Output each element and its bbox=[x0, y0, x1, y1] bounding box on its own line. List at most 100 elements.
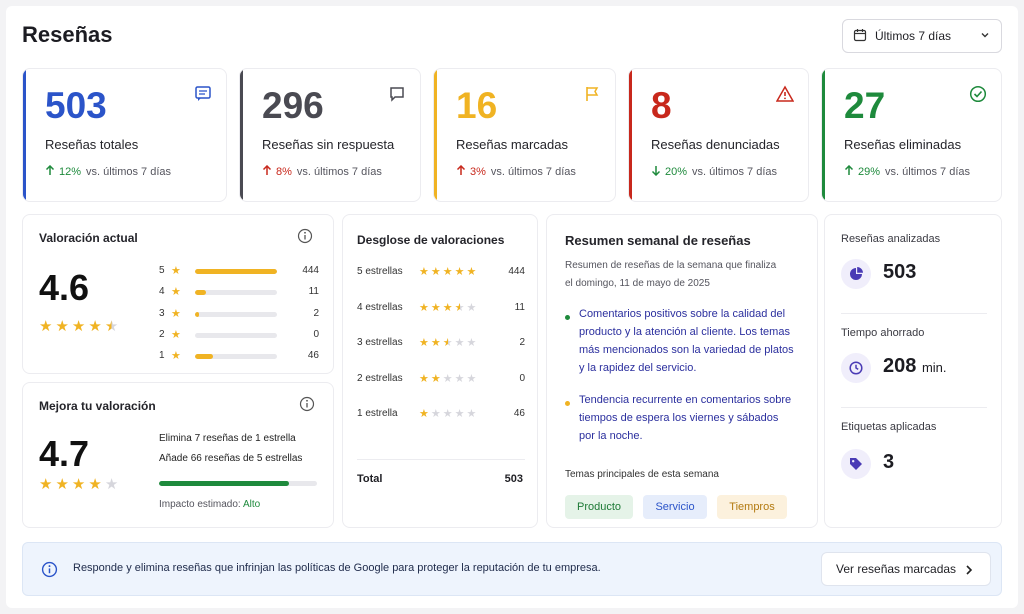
star-icon: ★ bbox=[442, 301, 453, 314]
star-icon: ★ bbox=[71, 476, 86, 493]
info-icon[interactable] bbox=[299, 396, 315, 417]
star-icon: ★ bbox=[419, 408, 429, 420]
topic-tag[interactable]: Producto bbox=[565, 495, 633, 519]
rating-row-star: 2 bbox=[159, 328, 165, 340]
improve-line-1: Elimina 7 reseñas de 1 estrella bbox=[159, 433, 296, 444]
warning-icon bbox=[775, 85, 795, 108]
star-icon: ★ bbox=[419, 301, 429, 314]
dashboard-page: Reseñas Últimos 7 días 503 Reseñas total… bbox=[6, 6, 1018, 608]
breakdown-row: 5 estrellas ★ ★ ★ ★ ★ 444 bbox=[357, 265, 525, 281]
rating-row-fill bbox=[195, 354, 214, 360]
kpi-delta-compare: vs. últimos 7 días bbox=[296, 166, 382, 178]
message-circle-icon bbox=[388, 85, 406, 108]
kpi-accent-bar bbox=[629, 69, 632, 201]
breakdown-stars: ★ ★ ★ ★ ★ bbox=[419, 407, 476, 420]
star-icon: ★ bbox=[104, 318, 119, 335]
tag-icon bbox=[841, 449, 871, 479]
kpi-card[interactable]: 296 Reseñas sin respuesta 8% vs. últimos… bbox=[239, 68, 421, 202]
kpi-card[interactable]: 8 Reseñas denunciadas 20% vs. últimos 7 … bbox=[628, 68, 809, 202]
summary-subtitle: Resumen de reseñas de la semana que fina… bbox=[565, 257, 776, 293]
kpi-delta: 29% vs. últimos 7 días bbox=[844, 164, 970, 179]
subtitle-line: Resumen de reseñas de la semana que fina… bbox=[565, 260, 777, 271]
star-icon: ★ bbox=[171, 265, 181, 277]
breakdown-count: 46 bbox=[513, 408, 525, 419]
arrow-up-icon bbox=[456, 164, 466, 179]
topics-title: Temas principales de esta semana bbox=[565, 469, 719, 480]
kpi-delta: 8% vs. últimos 7 días bbox=[262, 164, 382, 179]
date-range-label: Últimos 7 días bbox=[875, 29, 952, 43]
star-icon: ★ bbox=[171, 328, 181, 341]
kpi-label: Reseñas eliminadas bbox=[844, 137, 962, 152]
time-saved-number: 208 bbox=[883, 355, 917, 377]
kpi-delta-pct: 3% bbox=[470, 166, 486, 178]
tags-applied-label: Etiquetas aplicadas bbox=[841, 421, 937, 433]
rating-row-track bbox=[195, 311, 277, 317]
rating-row-fill bbox=[195, 269, 277, 274]
rating-breakdown-card: Desglose de valoraciones Total 503 5 est… bbox=[342, 214, 538, 528]
positive-bullet bbox=[565, 315, 570, 320]
page-title: Reseñas bbox=[22, 22, 113, 47]
breakdown-row: 3 estrellas ★ ★ ★ ★ ★ 2 bbox=[357, 336, 525, 352]
summary-line: Comentarios positivos sobre la calidad d… bbox=[579, 308, 786, 320]
time-saved-unit: min. bbox=[921, 360, 947, 375]
kpi-delta-pct: 20% bbox=[665, 166, 688, 178]
kpi-accent-bar bbox=[23, 69, 26, 201]
chevron-right-icon bbox=[964, 564, 974, 579]
star-icon: ★ bbox=[419, 266, 429, 278]
current-rating-value: 4.6 bbox=[39, 267, 90, 308]
kpi-value: 27 bbox=[844, 85, 886, 126]
kpi-delta-compare: vs. últimos 7 días bbox=[490, 166, 576, 178]
rating-row: 1 ★ 46 bbox=[159, 350, 319, 364]
star-icon: ★ bbox=[442, 372, 453, 385]
breakdown-count: 444 bbox=[508, 266, 525, 277]
metrics-card: Reseñas analizadas 503 Tiempo ahorrado 2… bbox=[824, 214, 1002, 528]
kpi-card[interactable]: 503 Reseñas totales 12% vs. últimos 7 dí… bbox=[22, 68, 227, 202]
impact-label: Impacto estimado: bbox=[159, 499, 241, 510]
star-icon: ★ bbox=[104, 476, 119, 493]
chevron-down-icon bbox=[979, 29, 991, 44]
breakdown-count: 0 bbox=[519, 372, 525, 384]
kpi-delta-pct: 8% bbox=[276, 166, 292, 178]
topic-tag[interactable]: Tiempros bbox=[717, 495, 787, 519]
kpi-card[interactable]: 27 Reseñas eliminadas 29% vs. últimos 7 … bbox=[821, 68, 1002, 202]
total-label: Total bbox=[357, 473, 383, 485]
breakdown-row: 1 estrella ★ ★ ★ ★ ★ 46 bbox=[357, 407, 525, 423]
topic-tag[interactable]: Servicio bbox=[643, 495, 707, 519]
card-title: Valoración actual bbox=[39, 231, 138, 245]
card-title: Desglose de valoraciones bbox=[357, 233, 505, 247]
breakdown-stars: ★ ★ ★ ★ ★ bbox=[419, 336, 476, 349]
kpi-value: 8 bbox=[651, 85, 672, 126]
kpi-delta-pct: 12% bbox=[59, 166, 82, 178]
breakdown-row: 4 estrellas ★ ★ ★ ★ ★ 11 bbox=[357, 301, 525, 317]
button-label: Ver reseñas marcadas bbox=[836, 562, 957, 576]
date-range-select[interactable]: Últimos 7 días bbox=[842, 19, 1002, 53]
rating-row-track bbox=[195, 269, 277, 274]
view-flagged-button[interactable]: Ver reseñas marcadas bbox=[821, 552, 991, 586]
card-title: Resumen semanal de reseñas bbox=[565, 233, 751, 248]
kpi-accent-bar bbox=[434, 69, 437, 201]
kpi-delta-pct: 29% bbox=[858, 166, 881, 178]
info-icon[interactable] bbox=[297, 228, 313, 249]
star-icon: ★ bbox=[39, 318, 53, 335]
divider bbox=[841, 313, 987, 314]
rating-row-fill bbox=[195, 290, 206, 296]
improve-progress bbox=[159, 481, 317, 486]
flag-icon bbox=[583, 85, 601, 108]
star-icon: ★ bbox=[71, 318, 86, 335]
improve-line-2: Añade 66 reseñas de 5 estrellas bbox=[159, 453, 303, 464]
kpi-accent-bar bbox=[822, 69, 825, 201]
star-icon: ★ bbox=[430, 337, 441, 349]
check-circle-icon bbox=[969, 85, 987, 108]
message-square-icon bbox=[194, 85, 212, 108]
star-icon: ★ bbox=[442, 337, 453, 349]
breakdown-row: 2 estrellas ★ ★ ★ ★ ★ 0 bbox=[357, 372, 525, 388]
kpi-card[interactable]: 16 Reseñas marcadas 3% vs. últimos 7 día… bbox=[433, 68, 616, 202]
subtitle-line: el domingo, 11 de mayo de 2025 bbox=[565, 278, 710, 289]
star-icon: ★ bbox=[466, 266, 477, 278]
banner-text: Responde y elimina reseñas que infrinjan… bbox=[73, 562, 601, 574]
rating-stars: ★ ★ ★ ★ ★ bbox=[39, 477, 118, 492]
star-icon: ★ bbox=[88, 476, 102, 493]
rating-row-star: 5 bbox=[159, 265, 165, 276]
kpi-value: 503 bbox=[45, 85, 107, 126]
breakdown-count: 2 bbox=[519, 337, 525, 348]
